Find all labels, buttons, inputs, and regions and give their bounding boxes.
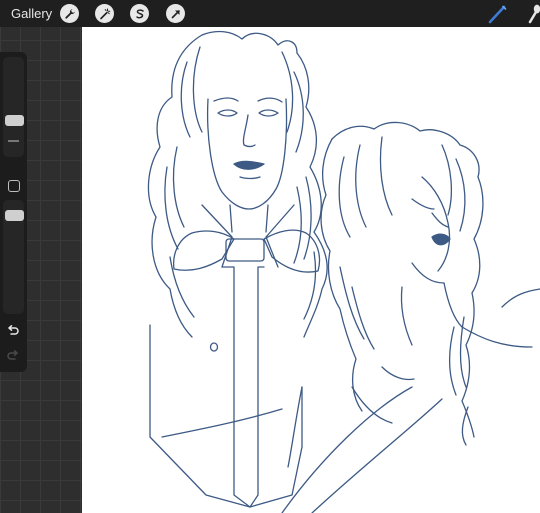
smudge-icon[interactable] <box>526 3 540 25</box>
line-art-drawing <box>147 30 540 513</box>
square-icon[interactable] <box>8 180 20 192</box>
transform-arrow-icon[interactable] <box>166 4 185 23</box>
brush-size-slider[interactable] <box>3 57 24 157</box>
brush-icon[interactable] <box>487 3 509 25</box>
selection-icon[interactable] <box>130 4 149 23</box>
top-toolbar: Gallery <box>0 0 540 27</box>
drawing-canvas[interactable] <box>82 27 540 513</box>
undo-icon[interactable] <box>6 324 20 338</box>
sidebar <box>0 52 27 372</box>
redo-icon[interactable] <box>6 349 20 363</box>
magic-wand-icon[interactable] <box>95 4 114 23</box>
opacity-slider[interactable] <box>3 200 24 314</box>
wrench-icon[interactable] <box>60 4 79 23</box>
brush-size-thumb[interactable] <box>5 115 24 126</box>
gallery-button[interactable]: Gallery <box>11 6 52 21</box>
opacity-thumb[interactable] <box>5 210 24 221</box>
slider-marker <box>8 140 19 142</box>
